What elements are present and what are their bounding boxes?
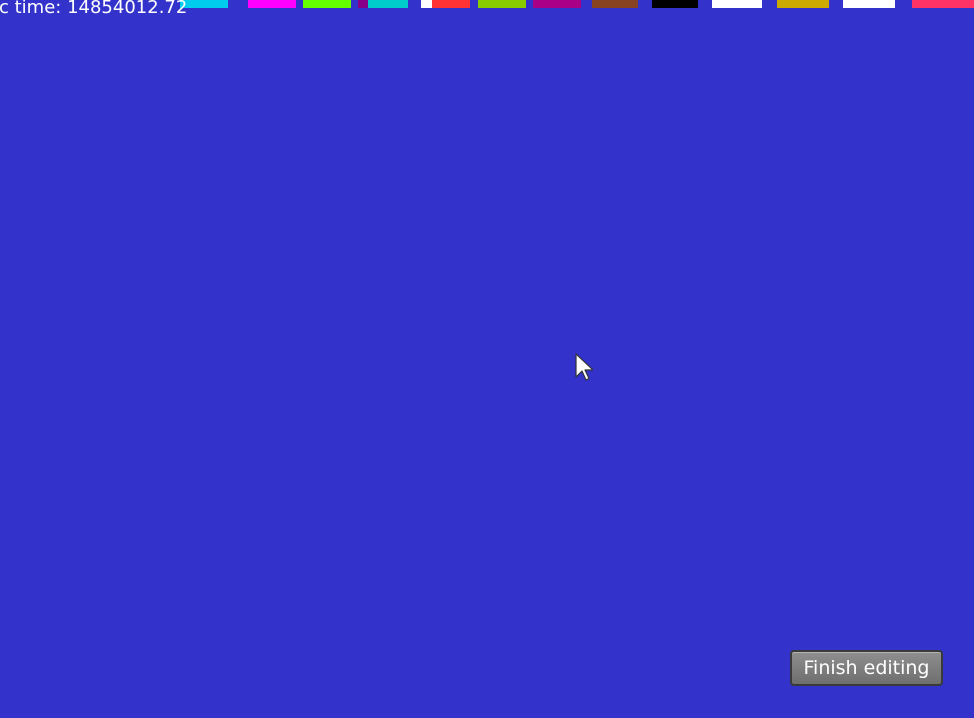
color-swatch [368,0,408,8]
color-swatch [592,0,638,8]
time-readout: ic time: 14854012.72 [0,0,188,18]
color-swatch [478,0,526,8]
color-swatch [777,0,829,8]
color-swatch [652,0,698,8]
color-swatch [843,0,895,8]
color-swatch [248,0,296,8]
color-swatch [432,0,470,8]
color-swatch [303,0,351,8]
mouse-pointer-icon [575,353,593,381]
finish-editing-button[interactable]: Finish editing [790,650,943,686]
color-swatch [712,0,762,8]
color-swatch [358,0,404,8]
color-swatch [912,0,974,8]
color-swatch [533,0,581,8]
color-swatch [421,0,467,8]
